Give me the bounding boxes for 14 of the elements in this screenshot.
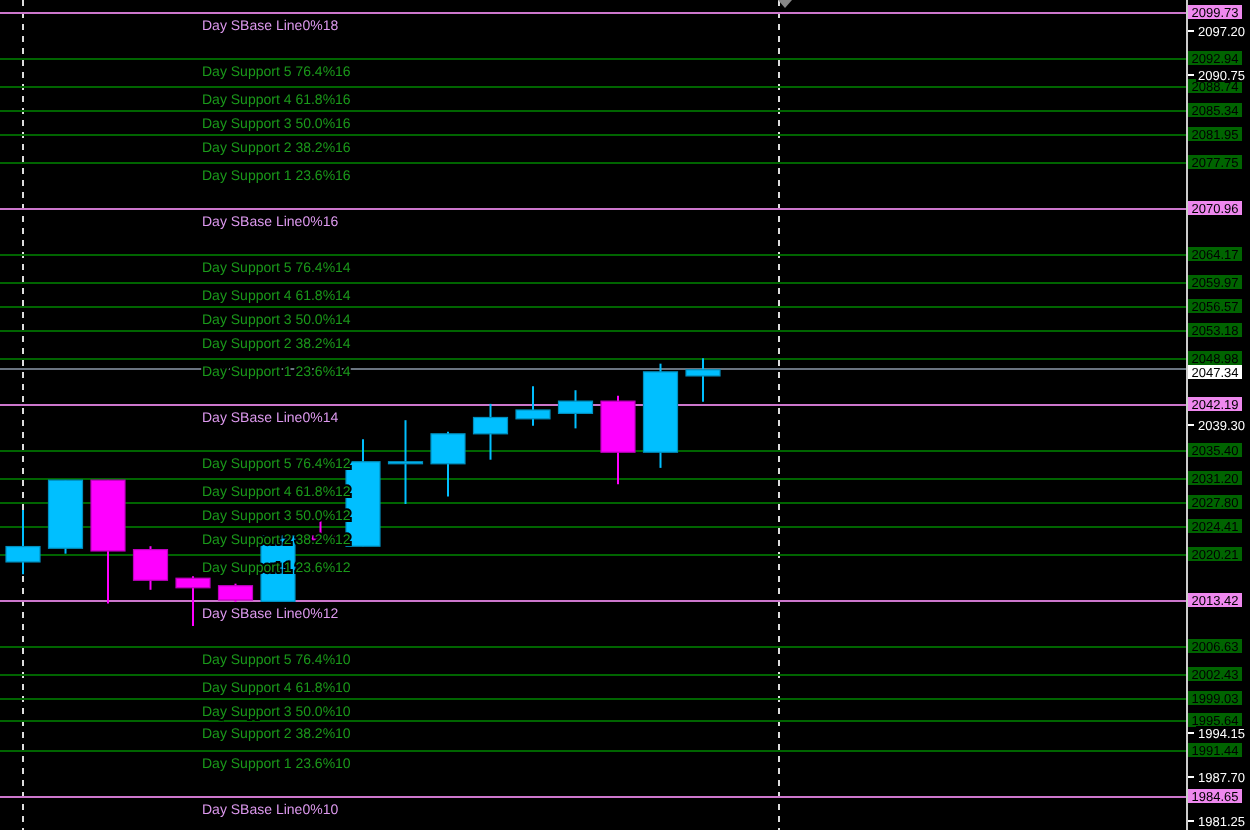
candle	[642, 362, 679, 469]
candle	[472, 402, 509, 461]
candle	[47, 479, 84, 555]
candle	[430, 430, 466, 498]
candle	[90, 479, 126, 605]
candle	[217, 582, 254, 604]
candle	[600, 394, 636, 486]
candle	[557, 389, 594, 430]
marker-icon	[778, 0, 792, 8]
candle	[685, 357, 721, 403]
candle	[515, 385, 551, 427]
candle	[387, 419, 424, 505]
candle	[132, 545, 169, 591]
candle	[5, 509, 41, 576]
